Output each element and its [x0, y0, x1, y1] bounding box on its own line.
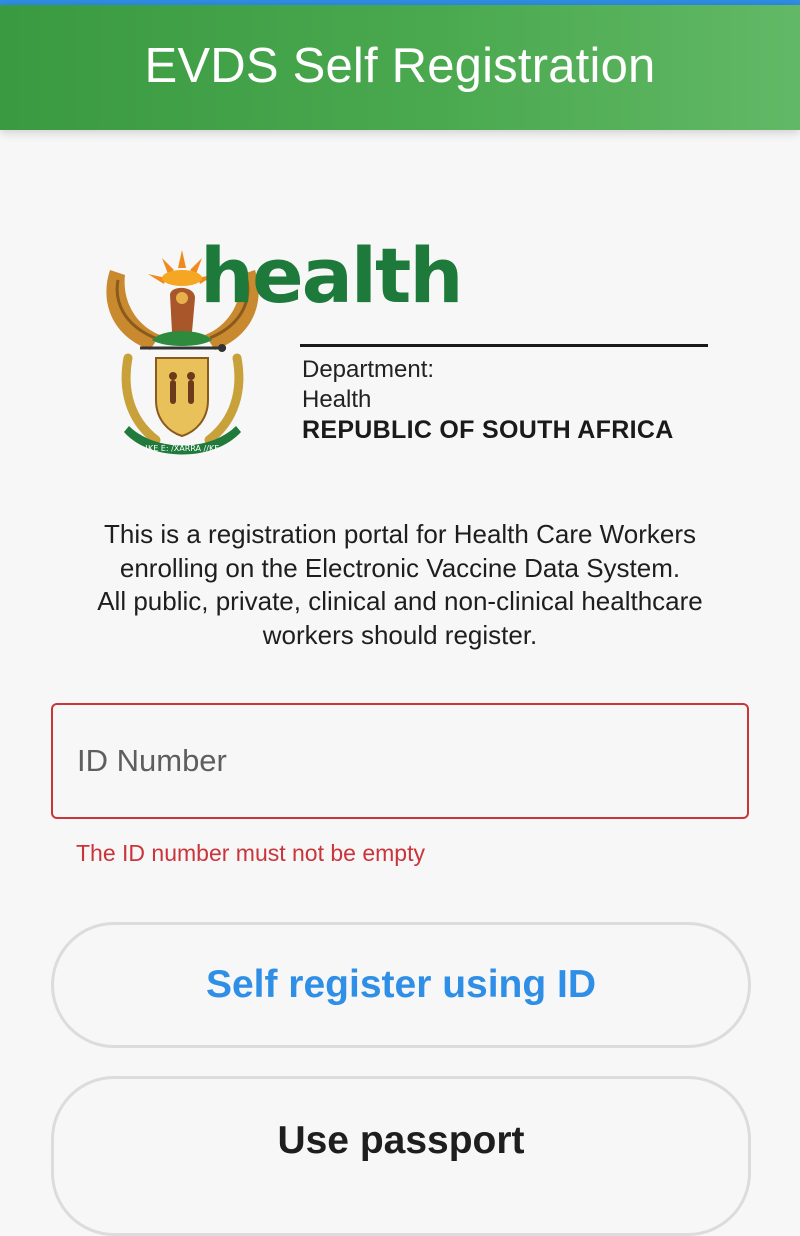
department-label: Department:: [302, 356, 435, 383]
id-number-placeholder: ID Number: [77, 743, 227, 778]
use-passport-button[interactable]: Use passport: [51, 1076, 751, 1236]
intro-line: workers should register.: [262, 619, 538, 650]
country-name: REPUBLIC OF SOUTH AFRICA: [302, 416, 674, 444]
page-title: EVDS Self Registration: [144, 38, 656, 93]
app-bar: EVDS Self Registration: [0, 5, 800, 130]
id-number-input[interactable]: ID Number: [51, 703, 749, 819]
intro-line: All public, private, clinical and non-cl…: [97, 586, 703, 616]
intro-paragraph: This is a registration portal for Health…: [40, 518, 760, 652]
wordmark-divider: [300, 344, 708, 347]
motto-text: !KE E: /XARRA //KE: [145, 444, 220, 453]
health-wordmark: health: [200, 231, 463, 320]
intro-line: This is a registration portal for Health…: [104, 519, 696, 549]
self-register-id-button[interactable]: Self register using ID: [51, 922, 751, 1048]
department-name: Health: [302, 386, 372, 413]
id-error-message: The ID number must not be empty: [76, 840, 425, 866]
intro-line: enrolling on the Electronic Vaccine Data…: [119, 552, 681, 583]
